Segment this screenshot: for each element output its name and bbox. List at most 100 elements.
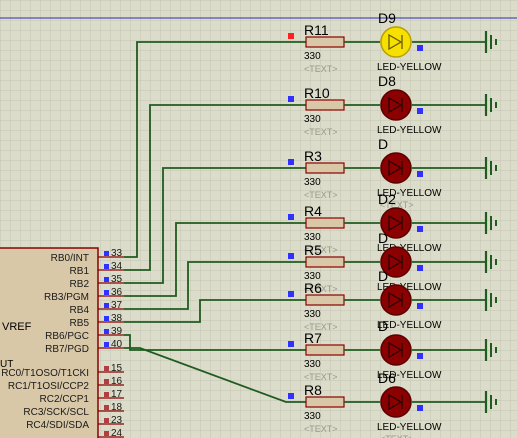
pin-number: 24	[111, 428, 123, 438]
led-pin-marker	[417, 45, 423, 51]
led-type: LED-YELLOW	[377, 62, 442, 73]
pin-number: 33	[111, 248, 123, 259]
resistor-value: 330	[304, 177, 321, 188]
resistor-body	[305, 294, 345, 306]
resistor-text-placeholder: <TEXT>	[304, 190, 338, 200]
pin-name: RB6/PGC	[45, 331, 89, 342]
led-ref: D	[378, 136, 388, 152]
resistor-pin-marker	[288, 33, 294, 39]
resistor-value: 330	[304, 114, 321, 125]
resistor-body	[305, 162, 345, 174]
pin-marker	[104, 418, 109, 423]
resistor-pin-marker	[288, 253, 294, 259]
pin-marker	[104, 251, 109, 256]
pin-number: 38	[111, 313, 123, 324]
led-ref: D	[378, 318, 388, 334]
led-body	[380, 284, 412, 316]
led-ref: D6	[378, 370, 396, 386]
mcu-label-vref: VREF	[2, 321, 32, 333]
pin-number: 18	[111, 402, 123, 413]
resistor-ref: R6	[304, 280, 322, 296]
pin-name: RC1/T1OSI/CCP2	[8, 381, 90, 392]
resistor-ref: R10	[304, 85, 330, 101]
pin-marker	[104, 379, 109, 384]
led-body	[380, 152, 412, 184]
pin-name: RB1	[70, 266, 90, 277]
resistor-body	[305, 344, 345, 356]
pin-name: RC3/SCK/SCL	[23, 407, 89, 418]
led-ref: D2	[378, 191, 396, 207]
resistor-body	[305, 36, 345, 48]
led-type: LED-YELLOW	[377, 125, 442, 136]
pin-marker	[104, 431, 109, 436]
pin-number: 40	[111, 339, 123, 350]
resistor-ref: R3	[304, 148, 322, 164]
pin-number: 34	[111, 261, 123, 272]
led-pin-marker	[417, 171, 423, 177]
led-pin-marker	[417, 265, 423, 271]
resistor-body	[305, 396, 345, 408]
resistor-ref: R4	[304, 203, 322, 219]
led-pin-marker	[417, 108, 423, 114]
resistor-text-placeholder: <TEXT>	[304, 424, 338, 434]
pin-name: RB0/INT	[51, 253, 89, 264]
resistor-value: 330	[304, 51, 321, 62]
pin-number: 23	[111, 415, 123, 426]
pin-number: 39	[111, 326, 123, 337]
pin-name: RC4/SDI/SDA	[26, 420, 89, 431]
pin-name: RB5	[70, 318, 90, 329]
pin-number: 36	[111, 287, 123, 298]
led-ref: D	[378, 230, 388, 246]
resistor-text-placeholder: <TEXT>	[304, 64, 338, 74]
pin-number: 15	[111, 363, 123, 374]
schematic-canvas[interactable]: VREF UT 33RB0/INT34RB135RB236RB3/PGM37RB…	[0, 0, 517, 438]
pin-marker	[104, 316, 109, 321]
pin-name: RB2	[70, 279, 90, 290]
pin-number: 17	[111, 389, 123, 400]
pin-marker	[104, 329, 109, 334]
led-body	[380, 26, 412, 58]
pin-number: 35	[111, 274, 123, 285]
pin-marker	[104, 342, 109, 347]
resistor-body	[305, 99, 345, 111]
resistor-pin-marker	[288, 214, 294, 220]
resistor-pin-marker	[288, 393, 294, 399]
resistor-text-placeholder: <TEXT>	[304, 372, 338, 382]
led-ref: D8	[378, 73, 396, 89]
pin-marker	[104, 303, 109, 308]
resistor-ref: R7	[304, 330, 322, 346]
pin-marker	[104, 290, 109, 295]
resistor-value: 330	[304, 359, 321, 370]
resistor-value: 330	[304, 411, 321, 422]
pin-number: 16	[111, 376, 123, 387]
pin-marker	[104, 392, 109, 397]
resistor-pin-marker	[288, 159, 294, 165]
pin-marker	[104, 405, 109, 410]
pin-name: RB4	[70, 305, 90, 316]
pin-number: 37	[111, 300, 123, 311]
led-body	[380, 386, 412, 418]
led-ref: D	[378, 268, 388, 284]
resistor-text-placeholder: <TEXT>	[304, 127, 338, 137]
resistor-pin-marker	[288, 291, 294, 297]
pin-name: RB3/PGM	[44, 292, 89, 303]
resistor-pin-marker	[288, 96, 294, 102]
pin-name: RB7/PGD	[45, 344, 89, 355]
led-pin-marker	[417, 303, 423, 309]
led-body	[380, 89, 412, 121]
led-ref: D9	[378, 10, 396, 26]
resistor-value: 330	[304, 309, 321, 320]
led-type: LED-YELLOW	[377, 422, 442, 433]
resistor-pin-marker	[288, 341, 294, 347]
pin-name: RC0/T1OSO/T1CKI	[1, 368, 89, 379]
pin-marker	[104, 264, 109, 269]
pin-name: RC2/CCP1	[40, 394, 90, 405]
resistor-ref: R5	[304, 242, 322, 258]
led-pin-marker	[417, 405, 423, 411]
led-body	[380, 334, 412, 366]
resistor-body	[305, 217, 345, 229]
led-pin-marker	[417, 353, 423, 359]
pin-marker	[104, 366, 109, 371]
pin-marker	[104, 277, 109, 282]
resistor-body	[305, 256, 345, 268]
